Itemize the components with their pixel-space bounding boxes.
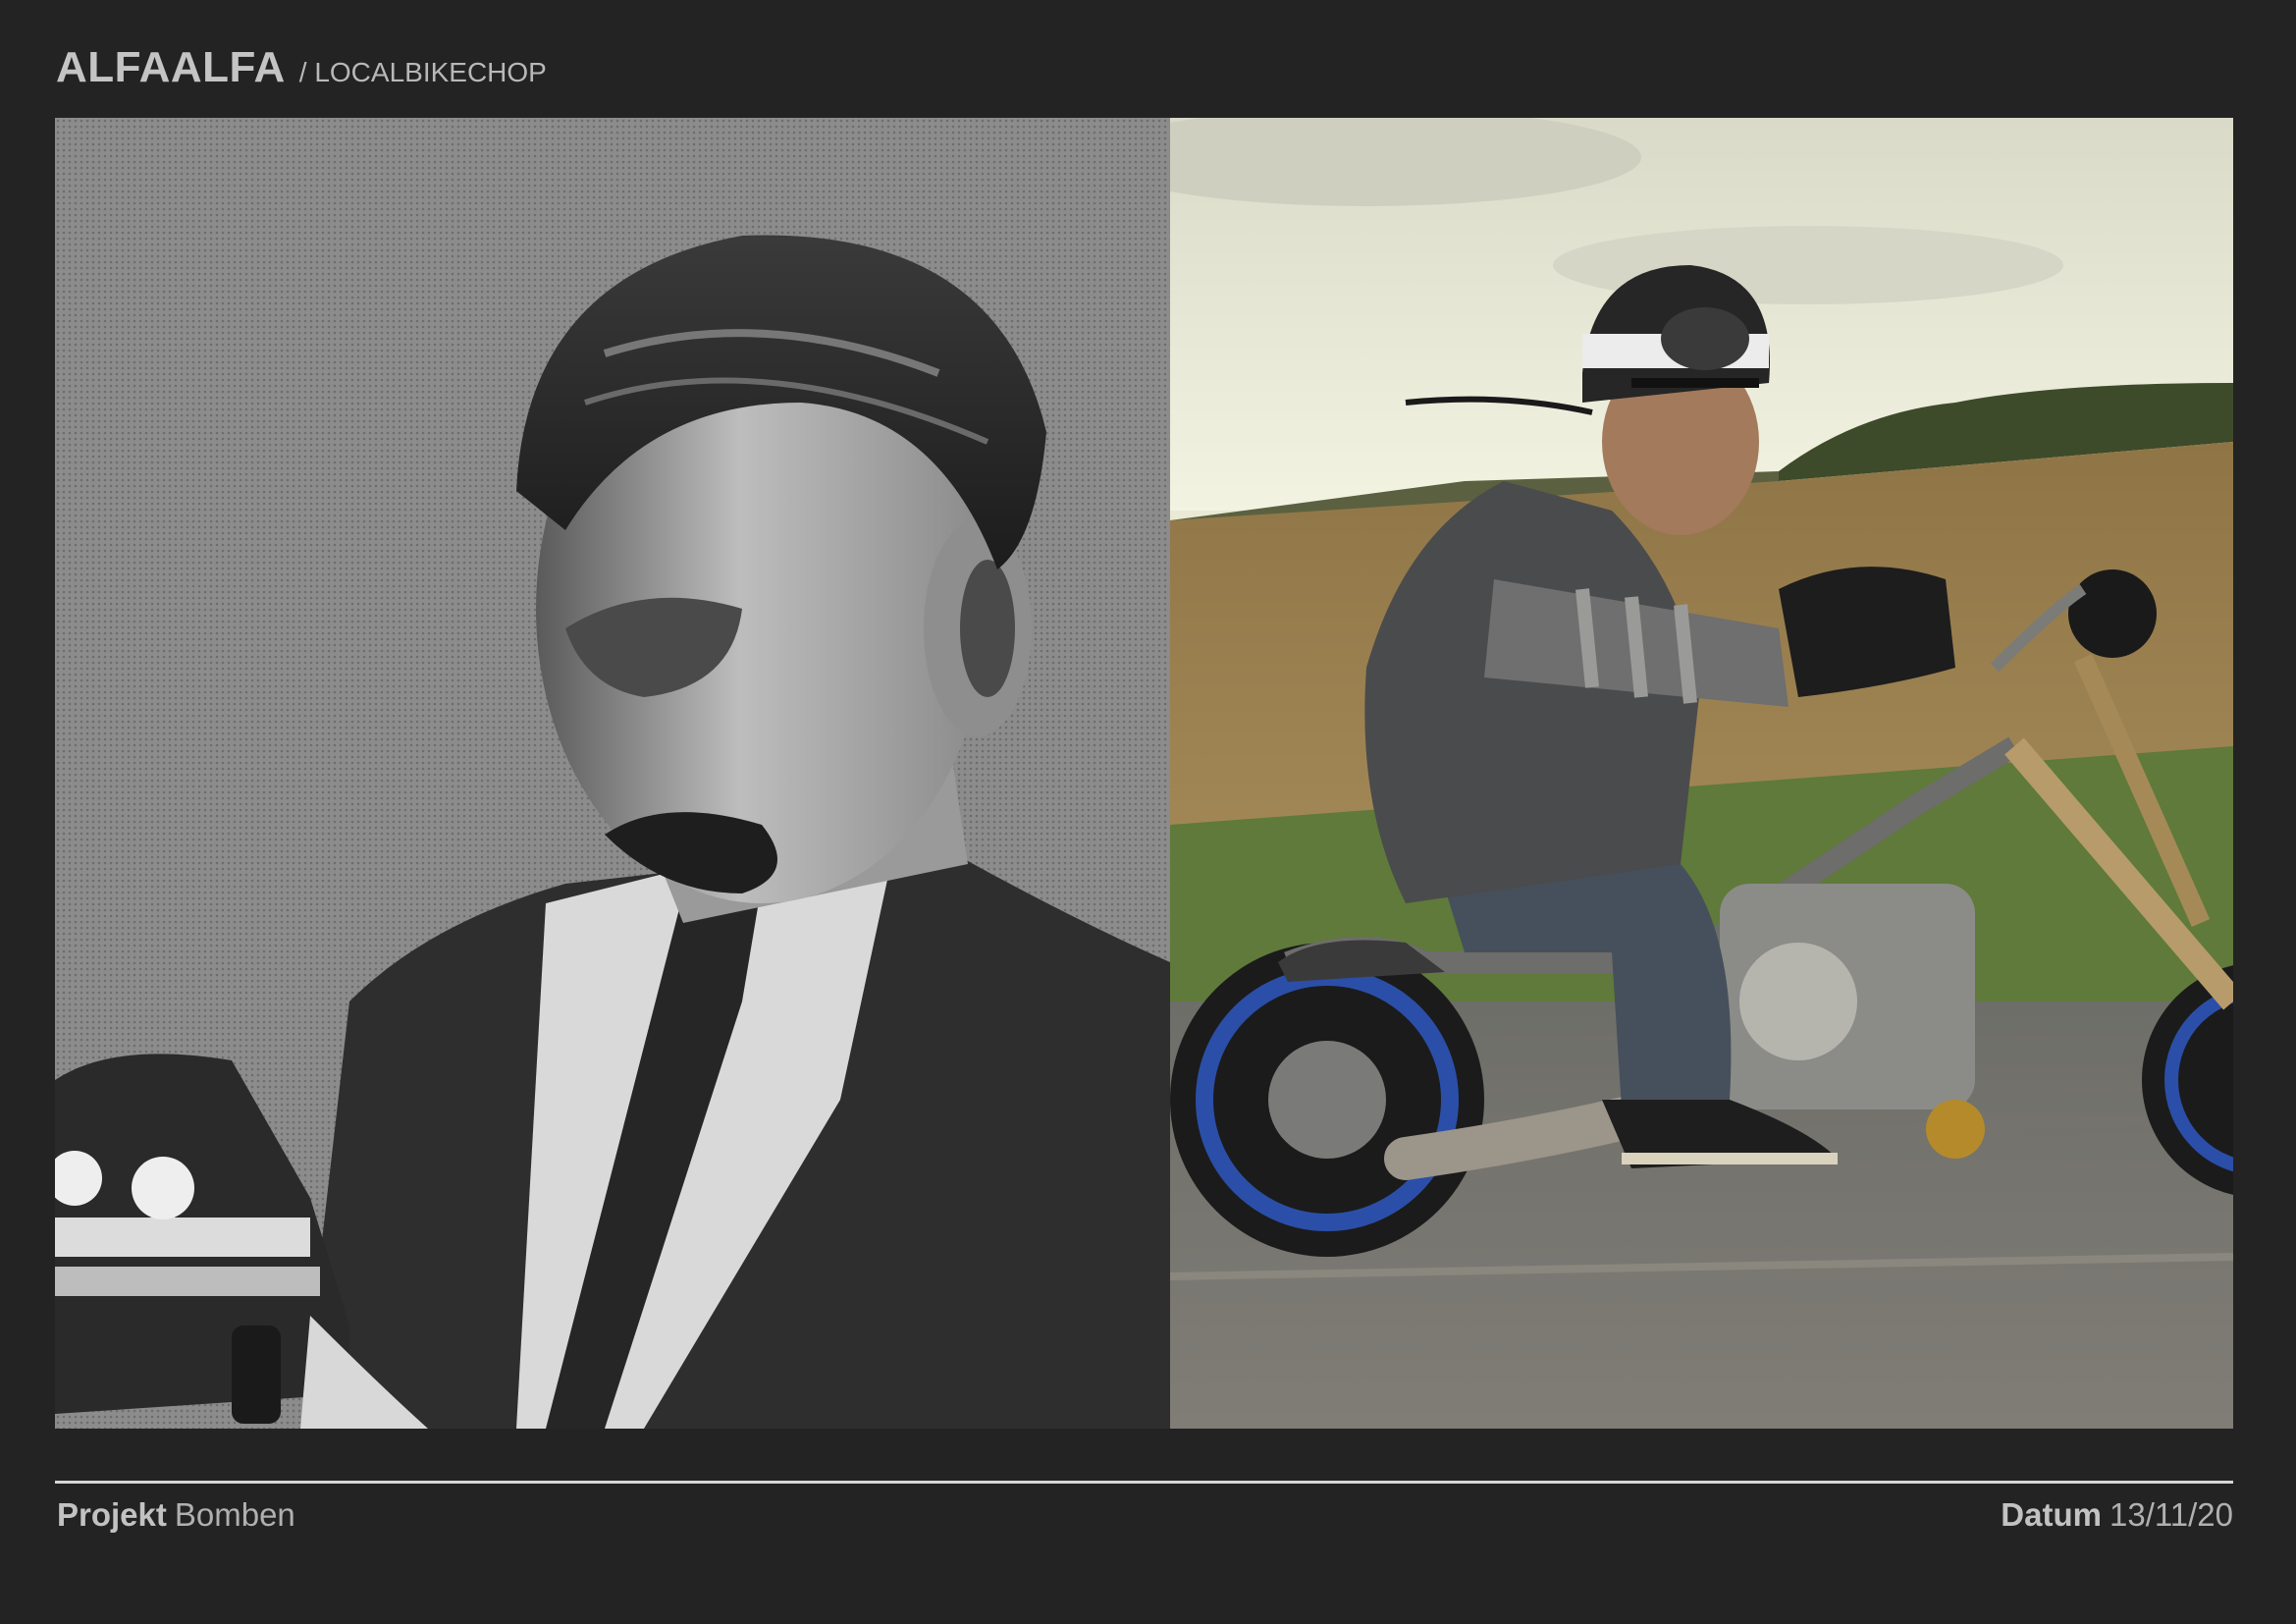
motorcycle-rider-photo — [1170, 118, 2233, 1429]
project-value: Bomben — [174, 1496, 295, 1533]
project-info: Projekt Bomben — [57, 1496, 295, 1534]
footer-divider — [55, 1481, 2233, 1484]
date-value: 13/11/20 — [2109, 1496, 2233, 1533]
project-label: Projekt — [57, 1496, 167, 1533]
slide-header: ALFAALFA / LOCALBIKECHOP — [56, 43, 547, 92]
date-info: Datum 13/11/20 — [2001, 1496, 2233, 1534]
vintage-portrait-photo — [55, 118, 1170, 1429]
rider-illustration — [1170, 118, 2233, 1429]
brand-name: ALFAALFA — [56, 43, 286, 91]
client-name: / LOCALBIKECHOP — [298, 57, 547, 87]
portrait-illustration — [55, 118, 1170, 1429]
presentation-slide: ALFAALFA / LOCALBIKECHOP Projekt Bomben … — [0, 0, 2296, 1624]
date-label: Datum — [2001, 1496, 2102, 1533]
